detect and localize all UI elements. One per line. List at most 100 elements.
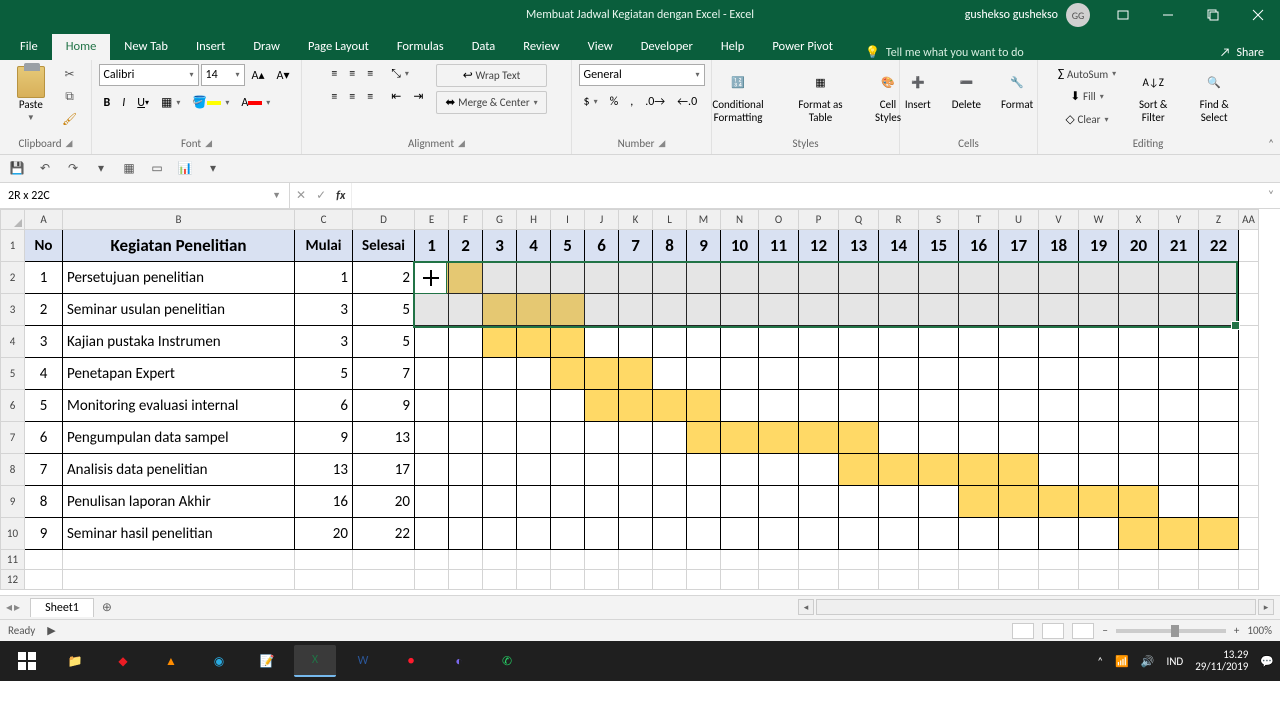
number-format-select[interactable]: General (579, 64, 705, 86)
increase-decimal-button[interactable]: .0→ (640, 92, 670, 112)
cell[interactable] (1079, 454, 1119, 486)
cell[interactable] (959, 294, 999, 326)
cell[interactable] (687, 390, 721, 422)
sort-filter-button[interactable]: A↓ZSort & Filter (1125, 64, 1181, 128)
cell[interactable] (653, 518, 687, 550)
cell[interactable] (483, 326, 517, 358)
taskbar-excel[interactable]: X (294, 645, 336, 677)
cell[interactable]: 11 (759, 230, 799, 262)
row-header[interactable]: 7 (1, 422, 25, 454)
cell[interactable] (999, 550, 1039, 570)
cell[interactable] (1239, 390, 1259, 422)
italic-button[interactable]: I (117, 93, 130, 113)
cell[interactable] (483, 358, 517, 390)
cell[interactable]: 1 (25, 262, 63, 294)
cell[interactable] (1079, 390, 1119, 422)
column-header[interactable]: E (415, 210, 449, 230)
cell[interactable] (1159, 422, 1199, 454)
tray-network-icon[interactable]: 📶 (1115, 655, 1129, 668)
cell[interactable] (295, 570, 353, 590)
cell[interactable] (619, 422, 653, 454)
tab-file[interactable]: File (6, 34, 52, 60)
qat-save-button[interactable]: 💾 (6, 158, 28, 180)
cell[interactable] (1159, 390, 1199, 422)
cell[interactable] (1039, 294, 1079, 326)
cell[interactable] (1239, 486, 1259, 518)
cell[interactable] (449, 486, 483, 518)
cell[interactable] (1239, 518, 1259, 550)
accounting-format-button[interactable]: $ (579, 92, 603, 112)
taskbar-vlc[interactable]: ▲ (150, 645, 192, 677)
column-header[interactable]: O (759, 210, 799, 230)
cell[interactable] (585, 518, 619, 550)
cell[interactable] (879, 422, 919, 454)
cell[interactable]: 19 (1079, 230, 1119, 262)
decrease-indent-button[interactable]: ⇤ (386, 86, 406, 107)
tab-page-layout[interactable]: Page Layout (294, 34, 383, 60)
dialog-launcher-icon[interactable]: ◢ (205, 138, 212, 149)
cell[interactable] (1119, 422, 1159, 454)
cell[interactable] (1039, 454, 1079, 486)
cell[interactable]: 5 (353, 326, 415, 358)
cell[interactable]: Persetujuan penelitian (63, 262, 295, 294)
align-right-button[interactable]: ≡ (362, 87, 378, 107)
tray-notifications-icon[interactable]: 💬 (1260, 655, 1274, 668)
cell[interactable] (919, 294, 959, 326)
cell[interactable] (517, 326, 551, 358)
cell[interactable] (919, 486, 959, 518)
name-box[interactable]: 2R x 22C ▼ (0, 183, 290, 208)
cell[interactable] (551, 422, 585, 454)
cell[interactable] (517, 518, 551, 550)
sheet-tab[interactable]: Sheet1 (30, 598, 94, 617)
cell[interactable]: 8 (25, 486, 63, 518)
cell[interactable] (959, 326, 999, 358)
cell[interactable] (1039, 550, 1079, 570)
copy-button[interactable]: ⧉ (57, 87, 82, 107)
taskbar-app-blue[interactable]: ◉ (198, 645, 240, 677)
cell[interactable] (959, 570, 999, 590)
cell[interactable] (653, 570, 687, 590)
cell[interactable]: Selesai (353, 230, 415, 262)
cell[interactable] (449, 358, 483, 390)
cut-button[interactable]: ✂ (57, 64, 82, 85)
cell[interactable] (687, 262, 721, 294)
cell[interactable] (1239, 454, 1259, 486)
cell[interactable] (585, 422, 619, 454)
cell[interactable]: 4 (517, 230, 551, 262)
cell[interactable] (619, 518, 653, 550)
cell[interactable] (959, 390, 999, 422)
maximize-icon[interactable] (1190, 0, 1235, 30)
cell[interactable] (1039, 486, 1079, 518)
cell[interactable] (1119, 454, 1159, 486)
cell[interactable] (799, 550, 839, 570)
cell[interactable] (1239, 294, 1259, 326)
cell[interactable] (839, 550, 879, 570)
column-header[interactable]: L (653, 210, 687, 230)
cell[interactable] (799, 390, 839, 422)
paste-button[interactable]: Paste ▼ (9, 64, 53, 127)
cell[interactable] (919, 454, 959, 486)
cell[interactable] (483, 486, 517, 518)
cell[interactable] (517, 550, 551, 570)
cell[interactable] (759, 358, 799, 390)
cell[interactable] (1159, 486, 1199, 518)
cell[interactable] (1159, 326, 1199, 358)
cell[interactable] (759, 390, 799, 422)
cell[interactable] (919, 422, 959, 454)
tab-new-tab[interactable]: New Tab (110, 34, 182, 60)
row-header[interactable]: 5 (1, 358, 25, 390)
cell[interactable]: 5 (551, 230, 585, 262)
cell[interactable] (619, 262, 653, 294)
cell[interactable] (415, 326, 449, 358)
cell[interactable]: No (25, 230, 63, 262)
cell[interactable]: 2 (25, 294, 63, 326)
cell[interactable] (619, 326, 653, 358)
zoom-in-button[interactable]: + (1234, 624, 1239, 637)
cell[interactable] (999, 390, 1039, 422)
cell[interactable]: 5 (353, 294, 415, 326)
align-center-button[interactable]: ≡ (344, 87, 360, 107)
cell[interactable] (1239, 550, 1259, 570)
cell[interactable] (353, 570, 415, 590)
cell[interactable] (449, 422, 483, 454)
cell[interactable] (483, 262, 517, 294)
